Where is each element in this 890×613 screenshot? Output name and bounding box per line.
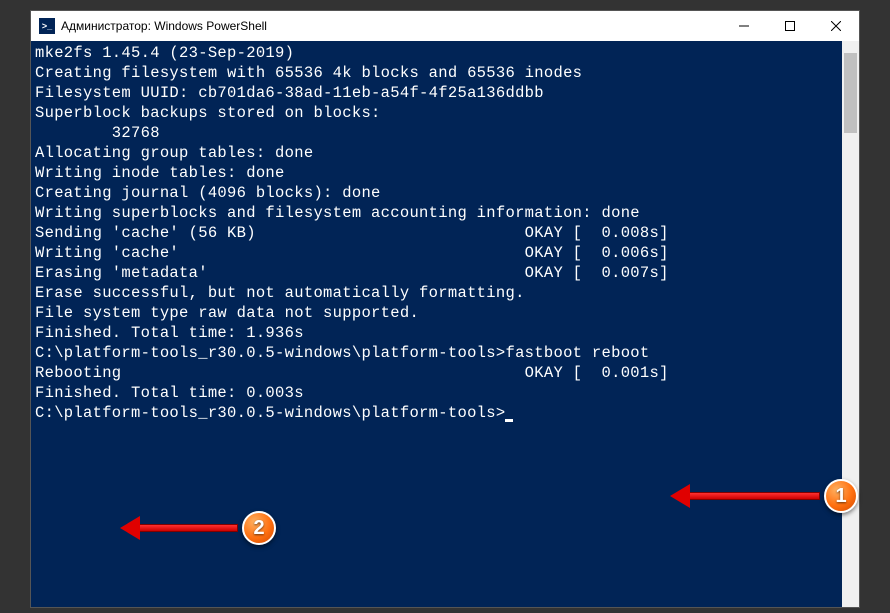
cursor bbox=[505, 419, 513, 422]
powershell-icon: >_ bbox=[39, 18, 55, 34]
terminal-line: Rebooting OKAY [ 0.001s] bbox=[35, 363, 855, 383]
maximize-button[interactable] bbox=[767, 11, 813, 41]
terminal-line: Allocating group tables: done bbox=[35, 143, 855, 163]
terminal-line: C:\platform-tools_r30.0.5-windows\platfo… bbox=[35, 343, 855, 363]
terminal-line: Writing inode tables: done bbox=[35, 163, 855, 183]
powershell-window: >_ Администратор: Windows PowerShell mke… bbox=[30, 10, 860, 608]
scrollbar-thumb[interactable] bbox=[844, 53, 857, 133]
terminal-line: File system type raw data not supported. bbox=[35, 303, 855, 323]
terminal-line: 32768 bbox=[35, 123, 855, 143]
terminal-line: Writing superblocks and filesystem accou… bbox=[35, 203, 855, 223]
terminal-output[interactable]: mke2fs 1.45.4 (23-Sep-2019)Creating file… bbox=[31, 41, 859, 607]
terminal-line: Filesystem UUID: cb701da6-38ad-11eb-a54f… bbox=[35, 83, 855, 103]
terminal-line: Creating filesystem with 65536 4k blocks… bbox=[35, 63, 855, 83]
minimize-button[interactable] bbox=[721, 11, 767, 41]
terminal-line: Finished. Total time: 0.003s bbox=[35, 383, 855, 403]
terminal-line: mke2fs 1.45.4 (23-Sep-2019) bbox=[35, 43, 855, 63]
terminal-line: Writing 'cache' OKAY [ 0.006s] bbox=[35, 243, 855, 263]
vertical-scrollbar[interactable] bbox=[842, 41, 859, 607]
terminal-line: Sending 'cache' (56 KB) OKAY [ 0.008s] bbox=[35, 223, 855, 243]
titlebar[interactable]: >_ Администратор: Windows PowerShell bbox=[31, 11, 859, 41]
terminal-line: Erasing 'metadata' OKAY [ 0.007s] bbox=[35, 263, 855, 283]
terminal-line: C:\platform-tools_r30.0.5-windows\platfo… bbox=[35, 403, 855, 423]
terminal-line: Creating journal (4096 blocks): done bbox=[35, 183, 855, 203]
close-button[interactable] bbox=[813, 11, 859, 41]
terminal-line: Superblock backups stored on blocks: bbox=[35, 103, 855, 123]
terminal-line: Erase successful, but not automatically … bbox=[35, 283, 855, 303]
terminal-line: Finished. Total time: 1.936s bbox=[35, 323, 855, 343]
titlebar-controls bbox=[721, 11, 859, 41]
window-title: Администратор: Windows PowerShell bbox=[61, 19, 267, 33]
